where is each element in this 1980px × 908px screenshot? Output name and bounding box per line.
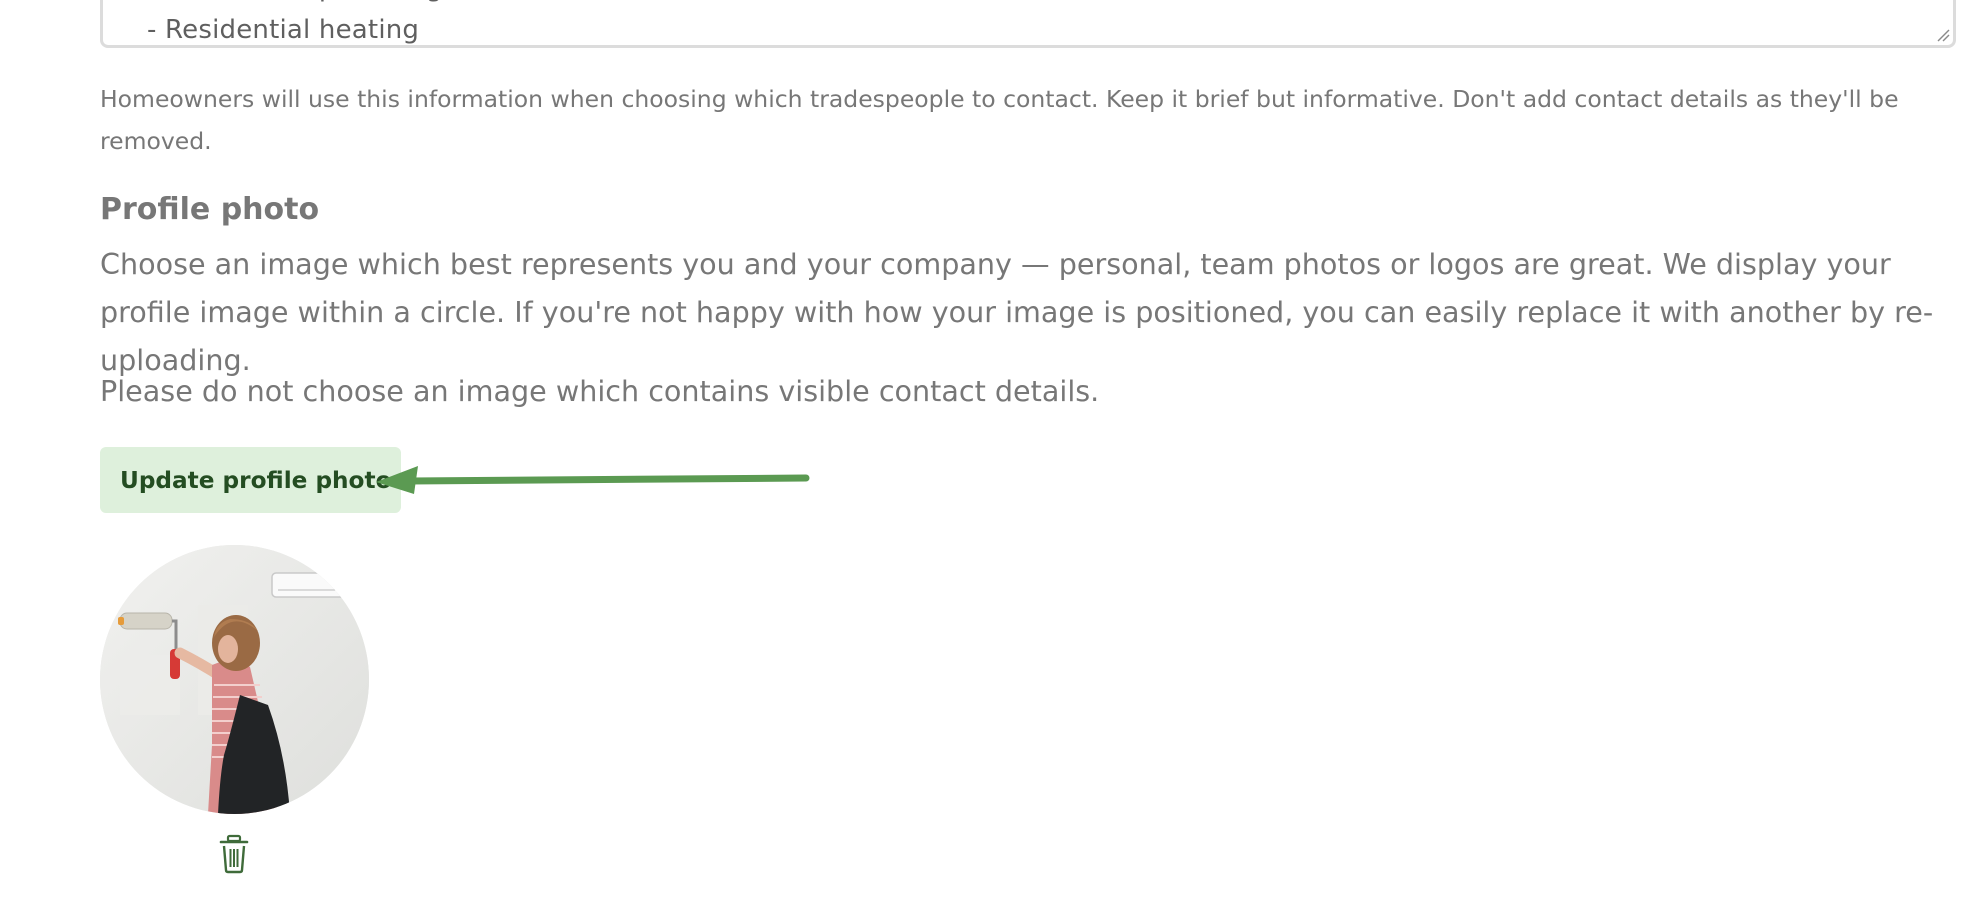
trash-icon[interactable] xyxy=(218,834,250,874)
profile-photo-heading: Profile photo xyxy=(100,192,320,227)
update-profile-photo-button[interactable]: Update profile photo xyxy=(100,447,401,513)
services-textarea-text: - Residential plumbing - Residential hea… xyxy=(147,0,443,45)
annotation-arrow-icon xyxy=(376,466,810,494)
profile-photo-warning: Please do not choose an image which cont… xyxy=(100,374,1100,408)
avatar xyxy=(100,545,369,814)
profile-photo-description: Choose an image which best represents yo… xyxy=(100,247,1934,377)
resize-handle-icon[interactable] xyxy=(1936,28,1950,42)
services-textarea[interactable]: - Residential plumbing - Residential hea… xyxy=(100,0,1956,48)
services-helper-text: Homeowners will use this information whe… xyxy=(100,85,1899,155)
avatar-image xyxy=(100,545,369,814)
